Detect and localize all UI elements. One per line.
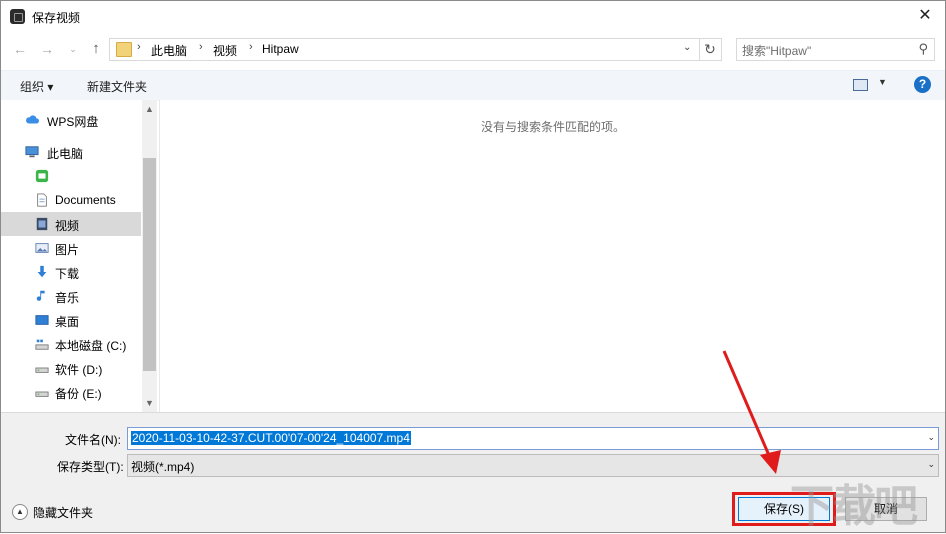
chevron-right-icon: ›	[199, 41, 203, 53]
recent-dropdown-icon[interactable]: ⌄	[64, 39, 82, 59]
nav-item-drive-e[interactable]: 备份 (E:)	[1, 380, 141, 404]
document-icon	[37, 193, 47, 207]
cloud-icon	[26, 115, 39, 124]
nav-item-label: WPS网盘	[47, 115, 99, 129]
nav-item-desktop[interactable]: 桌面	[1, 308, 141, 332]
address-bar[interactable]: › 此电脑 › 视频 › Hitpaw ⌄	[109, 38, 700, 61]
nav-item-wps-cloud[interactable]: WPS网盘	[1, 108, 141, 132]
collapse-icon[interactable]: ▲	[12, 504, 28, 520]
scrollbar-thumb[interactable]	[143, 158, 156, 371]
title-bar: 保存视频 ✕	[1, 1, 945, 32]
filename-label: 文件名(N):	[65, 433, 121, 447]
empty-message: 没有与搜索条件匹配的项。	[480, 120, 625, 134]
nav-item-pictures[interactable]: 图片	[1, 236, 141, 260]
help-icon[interactable]: ?	[914, 76, 931, 93]
chevron-down-icon[interactable]: ⌄	[927, 432, 935, 443]
nav-item-label: 音乐	[55, 291, 80, 305]
nav-scrollbar[interactable]: ▲ ▼	[142, 100, 157, 412]
filetype-value: 视频(*.mp4)	[131, 460, 195, 474]
navigation-pane: WPS网盘 此电脑 Documents 视频 图片 下载 音乐 桌面 本地磁盘 …	[1, 100, 158, 412]
scroll-down-icon[interactable]: ▼	[145, 398, 154, 408]
drive-icon	[35, 391, 49, 397]
nav-item-label: 本地磁盘 (C:)	[55, 339, 127, 353]
up-icon[interactable]: ↑	[87, 39, 105, 59]
view-options-icon[interactable]	[853, 79, 868, 91]
nav-item-label: 软件 (D:)	[55, 363, 103, 377]
download-icon	[37, 265, 47, 278]
app-icon	[10, 9, 25, 24]
nav-item-label: 图片	[55, 243, 80, 257]
chevron-right-icon: ›	[249, 41, 253, 53]
nav-item-this-pc[interactable]: 此电脑	[1, 140, 141, 164]
nav-item-drive-d[interactable]: 软件 (D:)	[1, 356, 141, 380]
nav-item-label: Documents	[55, 193, 116, 207]
hide-folders-toggle[interactable]: 隐藏文件夹	[33, 504, 93, 521]
refresh-icon[interactable]: ↻	[699, 38, 722, 61]
breadcrumb-this-pc[interactable]: 此电脑	[151, 42, 187, 59]
nav-item-label: 视频	[55, 219, 80, 233]
chevron-down-icon[interactable]: ⌄	[927, 459, 935, 470]
nav-item-downloads[interactable]: 下载	[1, 260, 141, 284]
chevron-down-icon[interactable]: ⌄	[683, 42, 691, 53]
nav-item-label: 此电脑	[47, 147, 84, 161]
nav-item-label: 备份 (E:)	[55, 387, 102, 401]
search-input[interactable]: 搜索"Hitpaw" ⚲	[736, 38, 935, 61]
toolbar: 组织 ▾ 新建文件夹 ▼ ?	[1, 70, 945, 101]
organize-menu[interactable]: 组织 ▾	[20, 78, 53, 95]
drive-icon	[35, 367, 49, 373]
breadcrumb-videos[interactable]: 视频	[213, 42, 237, 59]
nav-item-label: 桌面	[55, 315, 80, 329]
folder-icon	[116, 42, 132, 57]
nav-item-label: 下载	[55, 267, 80, 281]
desktop-icon	[35, 315, 49, 325]
filetype-label: 保存类型(T):	[57, 460, 124, 474]
view-dropdown-icon[interactable]: ▼	[878, 77, 887, 87]
breadcrumb-hitpaw[interactable]: Hitpaw	[262, 42, 299, 56]
computer-icon	[25, 146, 39, 158]
nav-item-drive-c[interactable]: 本地磁盘 (C:)	[1, 332, 141, 356]
file-list[interactable]: 没有与搜索条件匹配的项。	[159, 100, 945, 412]
scroll-up-icon[interactable]: ▲	[145, 104, 154, 114]
wifi-app-icon	[35, 169, 49, 183]
search-placeholder: 搜索"Hitpaw"	[742, 44, 812, 58]
nav-item-wifi-app[interactable]	[1, 164, 141, 188]
search-icon[interactable]: ⚲	[918, 41, 928, 57]
new-folder-button[interactable]: 新建文件夹	[87, 78, 147, 95]
nav-item-videos[interactable]: 视频	[1, 212, 141, 236]
nav-item-documents[interactable]: Documents	[1, 188, 141, 212]
back-icon[interactable]: ←	[11, 39, 29, 59]
chevron-right-icon: ›	[137, 41, 141, 53]
watermark-logo: 下载吧	[790, 482, 918, 531]
picture-icon	[35, 243, 49, 253]
filename-value[interactable]: 2020-11-03-10-42-37.CUT.00'07-00'24_1040…	[131, 431, 411, 445]
music-icon	[36, 290, 45, 301]
drive-c-icon	[35, 339, 49, 350]
filename-field[interactable]: 2020-11-03-10-42-37.CUT.00'07-00'24_1040…	[127, 427, 939, 450]
save-dialog: 保存视频 ✕ ← → ⌄ ↑ › 此电脑 › 视频 › Hitpaw ⌄ ↻ 搜…	[0, 0, 946, 533]
forward-icon[interactable]: →	[38, 39, 56, 59]
nav-item-music[interactable]: 音乐	[1, 284, 141, 308]
close-icon[interactable]: ✕	[913, 5, 937, 27]
window-title: 保存视频	[32, 11, 81, 25]
video-icon	[36, 217, 48, 231]
